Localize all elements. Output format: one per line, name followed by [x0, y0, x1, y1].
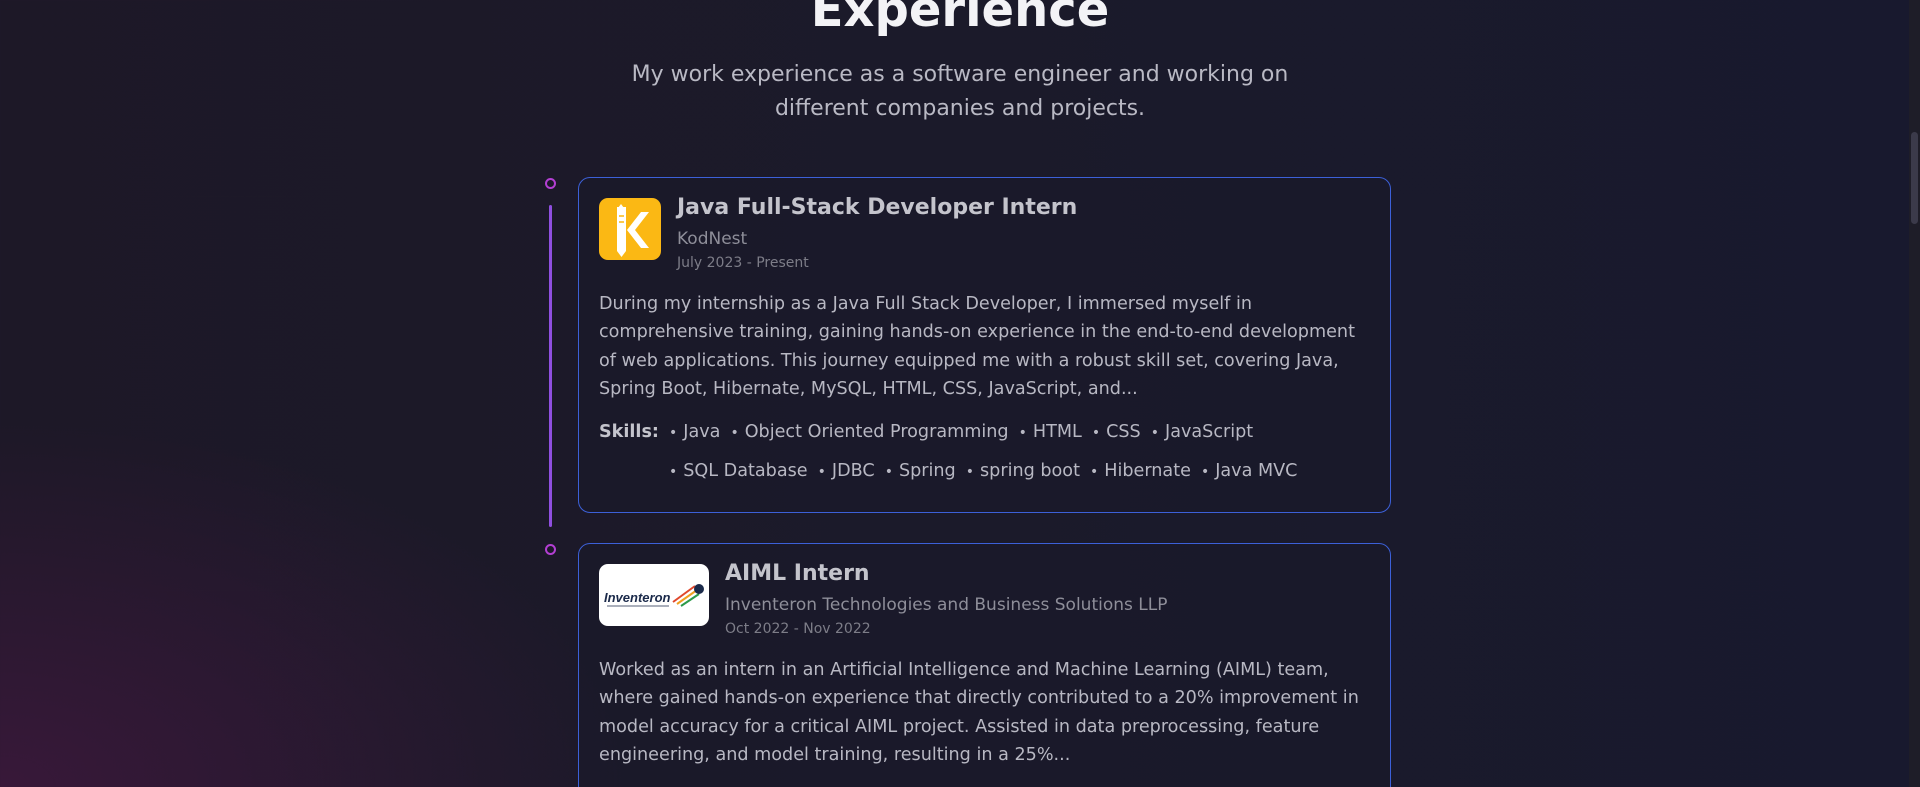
skills-list: Java Object Oriented Programming HTML CS…: [669, 420, 1369, 484]
skill-tag: Java MVC: [1201, 459, 1297, 484]
experience-card[interactable]: Inventeron AIML Intern Inventeron Techno…: [578, 543, 1391, 787]
role-description: Worked as an intern in an Artificial Int…: [599, 660, 1359, 765]
skill-tag: spring boot: [966, 459, 1080, 484]
company-logo: [599, 198, 661, 260]
skill-tag: HTML: [1019, 420, 1082, 445]
role-title: Java Full-Stack Developer Intern: [677, 195, 1078, 220]
timeline-dot: [545, 544, 556, 555]
skill-tag: JavaScript: [1151, 420, 1253, 445]
employment-dates: July 2023 - Present: [677, 255, 809, 271]
experience-card[interactable]: Java Full-Stack Developer Intern KodNest…: [578, 177, 1391, 513]
skill-tag: JDBC: [818, 459, 875, 484]
timeline-line: [549, 205, 552, 527]
section-subtitle: My work experience as a software enginee…: [631, 62, 1289, 121]
page-scrollbar-track[interactable]: [1909, 0, 1920, 787]
skill-tag: Java: [669, 420, 720, 445]
inventeron-logo-icon: Inventeron: [604, 584, 704, 607]
company-logo: Inventeron: [599, 564, 709, 626]
section-title: Experience: [810, 0, 1110, 38]
employment-dates: Oct 2022 - Nov 2022: [725, 621, 871, 637]
skill-tag: Spring: [885, 459, 956, 484]
kodnest-logo-icon: [617, 204, 649, 257]
skill-tag: SQL Database: [669, 459, 807, 484]
role-description: During my internship as a Java Full Stac…: [599, 294, 1355, 399]
skill-tag: CSS: [1092, 420, 1141, 445]
skill-tag: Hibernate: [1090, 459, 1191, 484]
skill-tag: Object Oriented Programming: [730, 420, 1009, 445]
role-title: AIML Intern: [725, 561, 870, 586]
inventeron-logo-text: Inventeron: [604, 590, 671, 605]
page-scrollbar-thumb[interactable]: [1911, 132, 1918, 224]
company-name: KodNest: [677, 229, 748, 249]
company-name: Inventeron Technologies and Business Sol…: [725, 595, 1168, 615]
timeline-dot: [545, 178, 556, 189]
skills-label: Skills:: [599, 422, 659, 442]
